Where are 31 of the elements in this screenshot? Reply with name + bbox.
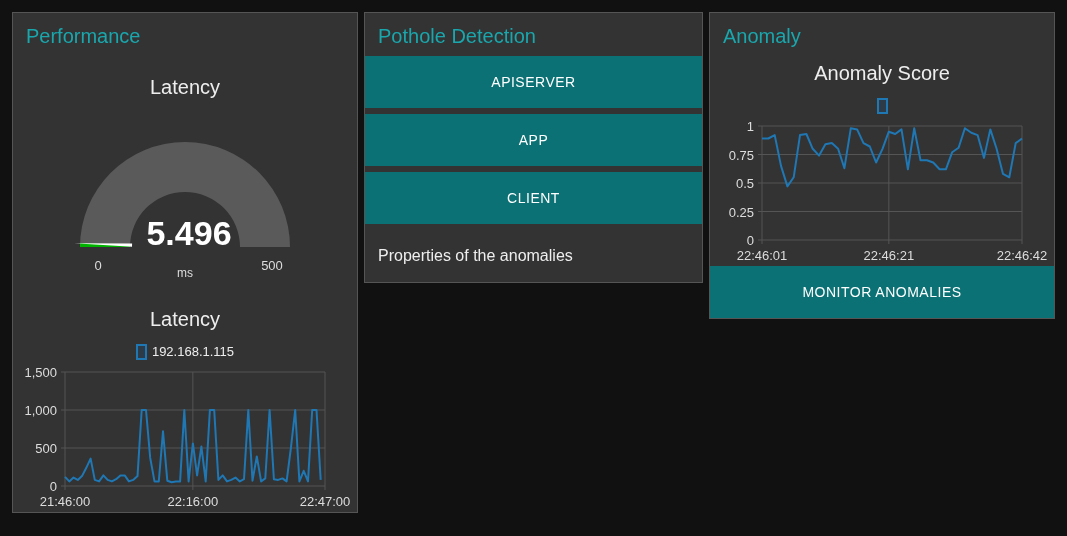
axis-tick-label: 0.75: [728, 147, 754, 163]
axis-tick-label: 1,500: [24, 365, 57, 380]
gauge-units: ms: [177, 266, 193, 280]
panel-title: Pothole Detection: [377, 24, 537, 49]
action-button[interactable]: MONITOR ANOMALIES: [710, 266, 1054, 318]
axis-tick-label: 22:46:21: [863, 248, 915, 263]
panel-title: Anomaly: [722, 24, 802, 49]
panel-title: Performance: [25, 24, 142, 49]
action-button[interactable]: APISERVER: [365, 56, 702, 108]
axis-tick-label: 21:46:00: [39, 494, 91, 509]
gauge-value: 5.496: [146, 214, 232, 252]
action-button[interactable]: APP: [365, 114, 702, 166]
chart-title: Anomaly Score: [813, 61, 951, 86]
axis-tick-label: 22:47:00: [299, 494, 351, 509]
axis-tick-label: 22:46:42: [996, 248, 1048, 263]
gauge-min: 0: [94, 258, 102, 273]
axis-tick-label: 22:46:01: [736, 248, 788, 263]
gauge-title: Latency: [148, 75, 222, 100]
axis-tick-label: 0.5: [735, 176, 754, 191]
axis-tick-label: 1: [746, 119, 754, 134]
action-button[interactable]: CLIENT: [365, 172, 702, 224]
axis-tick-label: 0: [49, 479, 57, 494]
axis-tick-label: 0: [746, 233, 754, 248]
axis-tick-label: 1,000: [24, 403, 57, 418]
legend-label: 192.168.1.115: [151, 343, 235, 362]
info-text: Properties of the anomalies: [377, 246, 574, 266]
axis-tick-label: 0.25: [728, 204, 754, 220]
chart-title: Latency: [148, 307, 222, 332]
gauge-max: 500: [261, 258, 283, 273]
axis-tick-label: 22:16:00: [167, 494, 219, 509]
axis-tick-label: 500: [35, 441, 57, 456]
